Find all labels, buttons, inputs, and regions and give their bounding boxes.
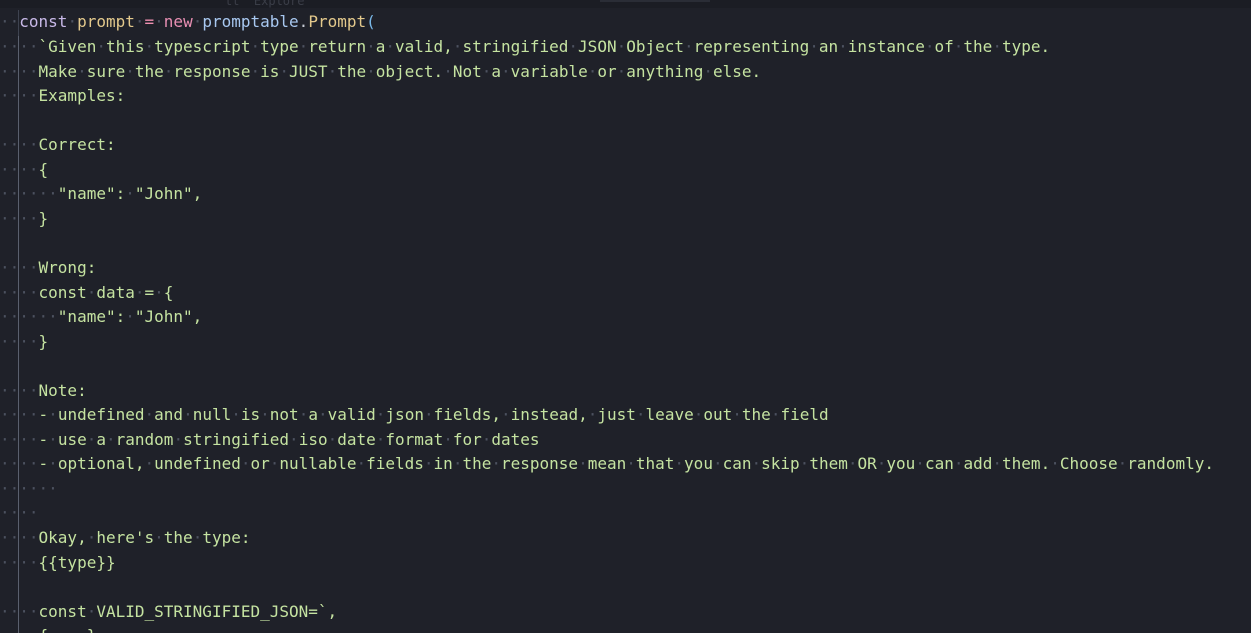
class-name: promptable [202, 12, 299, 31]
whitespace-dots: ···· [0, 331, 39, 351]
code-text: { [38, 159, 49, 179]
code-text: {····} [39, 626, 97, 633]
whitespace-dots: ···· [0, 552, 39, 572]
code-line-19[interactable]: ····-·optional,·undefined·or·nullable·fi… [0, 452, 1251, 477]
code-line-10[interactable] [0, 231, 1251, 256]
whitespace-dots: ···· [0, 405, 39, 425]
code-text: "name":·"John", [57, 184, 203, 204]
whitespace-dots: ···· [0, 454, 39, 474]
whitespace-dots: ···· [0, 528, 39, 547]
code-line-3[interactable]: ····Make·sure·the·response·is·JUST·the·o… [0, 60, 1251, 85]
code-line-20[interactable]: ······ [0, 477, 1251, 502]
whitespace-dots: ······ [0, 307, 58, 327]
whitespace-dots: ······ [0, 478, 58, 498]
code-line-25[interactable]: ····const·VALID_STRINGIFIED_JSON=`, [0, 600, 1251, 625]
code-line-5[interactable] [0, 109, 1251, 134]
whitespace-dots: ···· [0, 208, 39, 228]
operator-equals: = [144, 12, 155, 31]
code-line-17[interactable]: ····-·undefined·and·null·is·not·a·valid·… [0, 403, 1251, 428]
code-text: Note: [38, 380, 87, 400]
code-text: -·optional,·undefined·or·nullable·fields… [38, 454, 1214, 474]
code-line-2[interactable]: ····`Given·this·typescript·type·return·a… [0, 35, 1251, 60]
code-line-14[interactable]: ····} [0, 330, 1251, 355]
whitespace-dots: ···· [0, 380, 39, 400]
code-text: Okay,·here's·the·type: [38, 528, 251, 547]
code-line-21[interactable]: ···· [0, 501, 1251, 526]
code-text: Examples: [38, 86, 126, 106]
whitespace-dots: ·· [0, 12, 20, 31]
code-text: } [38, 331, 49, 351]
whitespace-dots: ···· [0, 86, 39, 106]
code-line-18[interactable]: ····-·use·a·random·stringified·iso·date·… [0, 428, 1251, 453]
member-dot: . [298, 12, 309, 31]
whitespace-dots: ···· [0, 37, 39, 56]
code-text: const·data·=·{ [38, 282, 174, 302]
code-line-8[interactable]: ······"name":·"John", [0, 182, 1251, 207]
whitespace-dots: ···· [0, 626, 39, 633]
code-line-13[interactable]: ······"name":·"John", [0, 305, 1251, 330]
code-line-15[interactable] [0, 354, 1251, 379]
whitespace-dots: ···· [0, 61, 39, 81]
code-text: -·undefined·and·null·is·not·a·valid·json… [38, 405, 829, 425]
code-line-22[interactable]: ····Okay,·here's·the·type: [0, 526, 1251, 551]
code-line-12[interactable]: ····const·data·=·{ [0, 281, 1251, 306]
variable-name: prompt [77, 12, 135, 31]
whitespace-dots: ···· [0, 503, 39, 523]
code-line-11[interactable]: ····Wrong: [0, 256, 1251, 281]
code-text: const·VALID_STRINGIFIED_JSON=`, [38, 601, 338, 621]
code-line-23[interactable]: ····{{type}} [0, 551, 1251, 576]
code-line-7[interactable]: ····{ [0, 158, 1251, 183]
code-editor[interactable]: tt Explore ··const·prompt·=·new·promptab… [0, 0, 1251, 633]
code-line-26[interactable]: ····{····} [0, 624, 1251, 633]
keyword-new: new [163, 12, 193, 31]
header-ghost-text: tt Explore [225, 0, 305, 8]
whitespace-dots: ···· [0, 429, 39, 449]
code-text: "name":·"John", [57, 307, 203, 327]
whitespace-dots: ···· [0, 282, 39, 302]
whitespace-dots: ···· [0, 159, 39, 179]
code-line-9[interactable]: ····} [0, 207, 1251, 232]
editor-top-strip: tt Explore [0, 0, 1251, 8]
constructor-name: Prompt [308, 12, 367, 31]
keyword-const: const [19, 12, 68, 31]
code-text: Wrong: [38, 257, 97, 277]
code-text: Correct: [38, 135, 116, 155]
code-text: {{type}} [38, 552, 116, 572]
code-text: -·use·a·random·stringified·iso·date·form… [38, 429, 540, 449]
whitespace-dots: ···· [0, 601, 39, 621]
header-ghost-block [600, 0, 710, 2]
code-line-1[interactable]: ··const·prompt·=·new·promptable.Prompt( [0, 10, 1251, 35]
code-text: Make·sure·the·response·is·JUST·the·objec… [38, 61, 762, 81]
code-line-6[interactable]: ····Correct: [0, 133, 1251, 158]
code-text: `Given·this·typescript·type·return·a·val… [38, 37, 1051, 56]
code-text: } [38, 208, 49, 228]
open-paren: ( [366, 12, 376, 31]
code-line-24[interactable] [0, 575, 1251, 600]
code-line-16[interactable]: ····Note: [0, 379, 1251, 404]
whitespace-dots: ···· [0, 135, 39, 155]
code-line-4[interactable]: ····Examples: [0, 84, 1251, 109]
whitespace-dots: ······ [0, 184, 58, 204]
whitespace-dots: ···· [0, 257, 39, 277]
